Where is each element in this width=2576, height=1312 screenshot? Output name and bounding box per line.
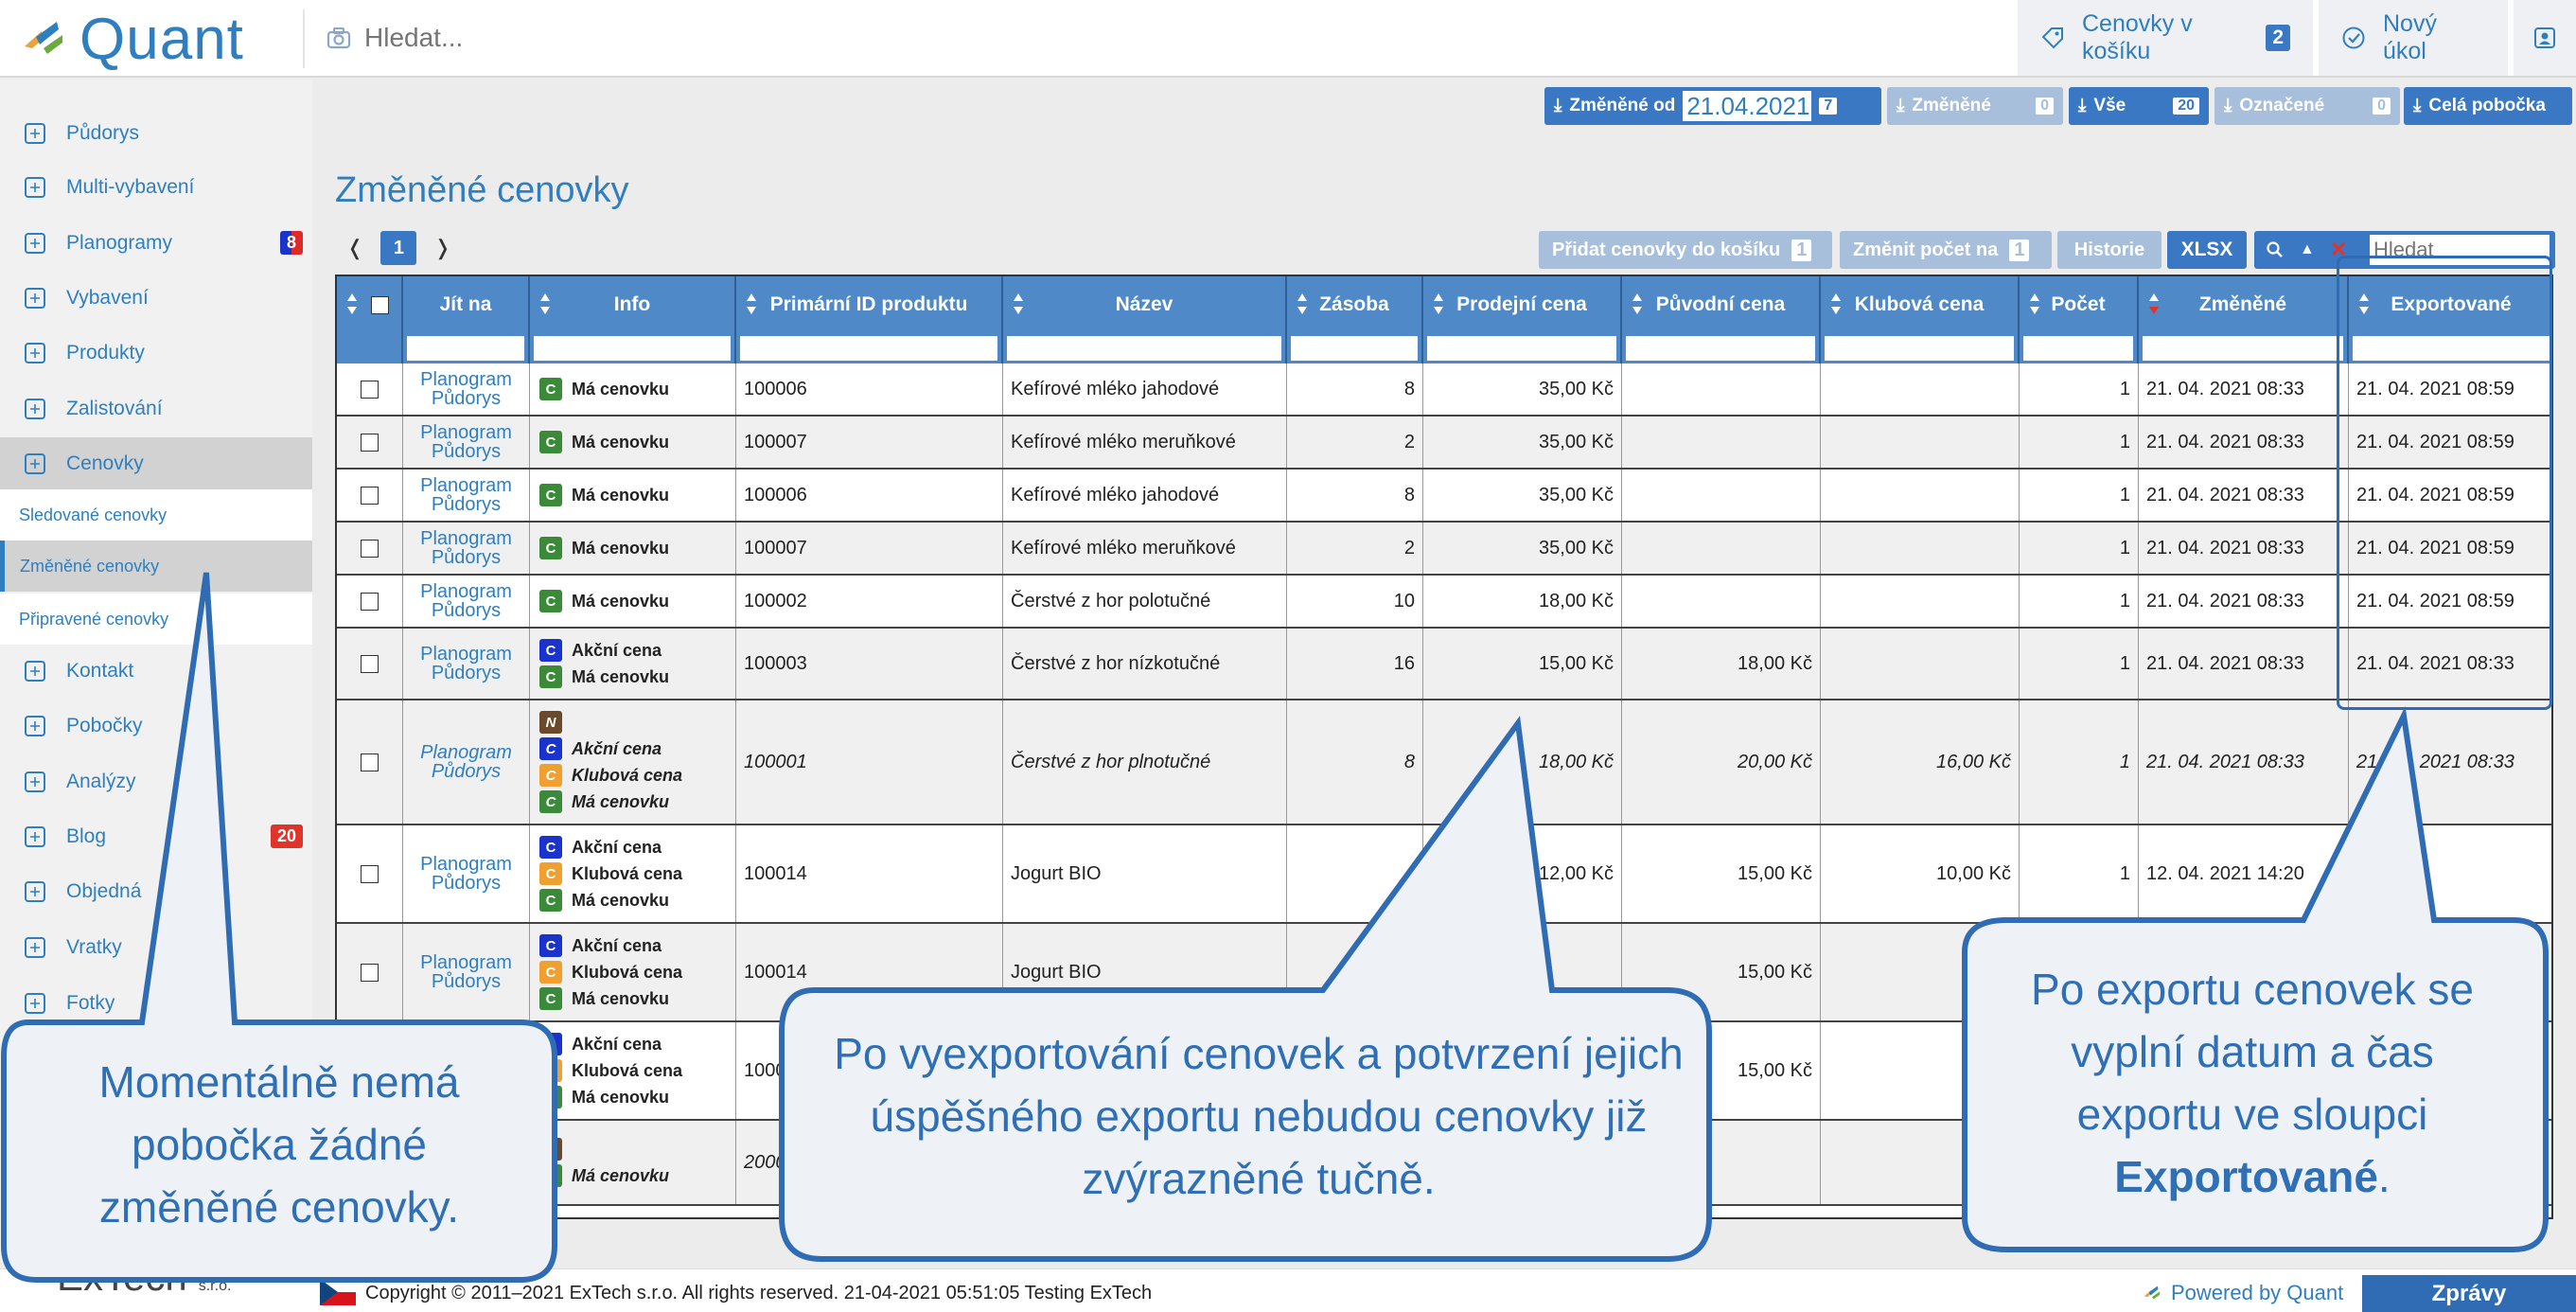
callout-right-bold: Exportované bbox=[2114, 1152, 2378, 1201]
callout-right-pre: Po exportu cenovek se vyplní datum a čas… bbox=[2031, 965, 2474, 1139]
callout-left-text: Momentálně nemá pobočka žádné změněné ce… bbox=[98, 1057, 460, 1232]
callout-right-text: Po exportu cenovek se vyplní datum a čas… bbox=[1997, 958, 2508, 1208]
callout-middle-text: Po vyexportování cenovek a potvrzení jej… bbox=[834, 1029, 1684, 1203]
callout-right-post: . bbox=[2377, 1152, 2391, 1201]
